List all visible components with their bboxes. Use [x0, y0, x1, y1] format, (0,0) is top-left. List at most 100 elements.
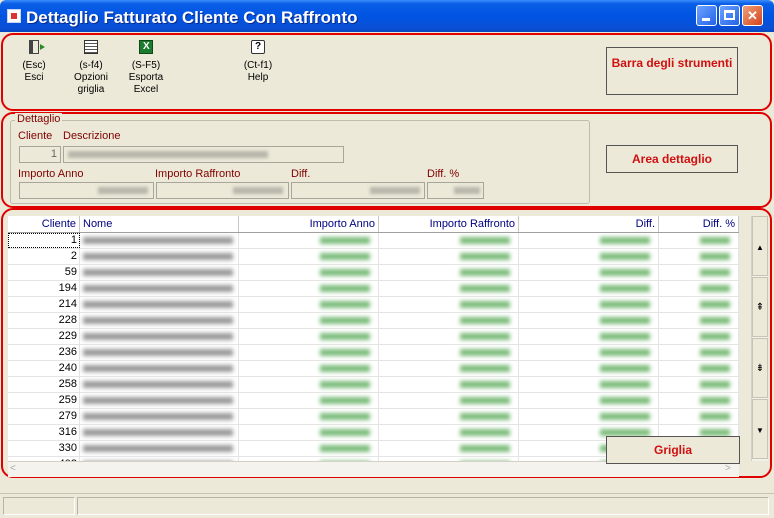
cell-importo-anno[interactable] [239, 425, 379, 440]
close-button[interactable]: ✕ [742, 5, 763, 26]
data-grid[interactable]: Cliente Nome Importo Anno Importo Raffro… [8, 216, 739, 461]
page-up-button[interactable]: ⇞ [752, 277, 768, 337]
column-header-diff[interactable]: Diff. [519, 216, 659, 232]
cell-nome[interactable] [80, 409, 239, 424]
cell-diff[interactable] [519, 345, 659, 360]
cell-nome[interactable] [80, 329, 239, 344]
cell-diff[interactable] [519, 329, 659, 344]
table-row[interactable]: 194 [8, 281, 739, 297]
cell-nome[interactable] [80, 297, 239, 312]
cell-importo-anno[interactable] [239, 249, 379, 264]
cell-importo-anno[interactable] [239, 281, 379, 296]
cell-nome[interactable] [80, 281, 239, 296]
cell-importo-raffronto[interactable] [379, 329, 519, 344]
scroll-left-icon[interactable]: < [10, 463, 16, 474]
cell-importo-raffronto[interactable] [379, 249, 519, 264]
cell-diff-pct[interactable] [659, 393, 739, 408]
cell-nome[interactable] [80, 441, 239, 456]
scroll-down-button[interactable]: ▼ [752, 399, 768, 459]
cell-cliente[interactable]: 279 [8, 409, 80, 424]
cell-diff-pct[interactable] [659, 281, 739, 296]
cell-cliente[interactable]: 236 [8, 345, 80, 360]
diff-pct-field[interactable] [427, 182, 484, 199]
cell-nome[interactable] [80, 313, 239, 328]
cliente-field[interactable]: 1 [19, 146, 61, 163]
descrizione-field[interactable] [63, 146, 344, 163]
cell-cliente[interactable]: 214 [8, 297, 80, 312]
cell-cliente[interactable]: 194 [8, 281, 80, 296]
table-row[interactable]: 2 [8, 249, 739, 265]
cell-cliente[interactable]: 259 [8, 393, 80, 408]
cell-cliente[interactable]: 330 [8, 441, 80, 456]
cell-cliente[interactable]: 1 [8, 233, 80, 248]
cell-cliente[interactable]: 59 [8, 265, 80, 280]
cell-nome[interactable] [80, 345, 239, 360]
export-excel-button[interactable]: (S-F5) Esporta Excel [124, 40, 168, 96]
diff-field[interactable] [291, 182, 425, 199]
cell-importo-raffronto[interactable] [379, 265, 519, 280]
cell-importo-anno[interactable] [239, 409, 379, 424]
cell-diff[interactable] [519, 265, 659, 280]
cell-nome[interactable] [80, 233, 239, 248]
column-header-importo-anno[interactable]: Importo Anno [239, 216, 379, 232]
cell-diff[interactable] [519, 361, 659, 376]
cell-nome[interactable] [80, 377, 239, 392]
column-header-cliente[interactable]: Cliente [8, 216, 80, 232]
column-header-nome[interactable]: Nome [80, 216, 239, 232]
cell-diff-pct[interactable] [659, 361, 739, 376]
maximize-button[interactable] [719, 5, 740, 26]
cell-importo-raffronto[interactable] [379, 297, 519, 312]
minimize-button[interactable] [696, 5, 717, 26]
cell-importo-anno[interactable] [239, 297, 379, 312]
cell-diff-pct[interactable] [659, 313, 739, 328]
cell-importo-anno[interactable] [239, 377, 379, 392]
cell-importo-anno[interactable] [239, 345, 379, 360]
cell-importo-anno[interactable] [239, 233, 379, 248]
cell-nome[interactable] [80, 425, 239, 440]
table-row[interactable]: 259 [8, 393, 739, 409]
cell-importo-raffronto[interactable] [379, 281, 519, 296]
cell-diff-pct[interactable] [659, 249, 739, 264]
cell-diff-pct[interactable] [659, 329, 739, 344]
table-row[interactable]: 1 [8, 233, 739, 249]
cell-diff-pct[interactable] [659, 265, 739, 280]
table-row[interactable]: 279 [8, 409, 739, 425]
grid-options-button[interactable]: (s-f4) Opzioni griglia [68, 40, 114, 96]
importo-anno-field[interactable] [19, 182, 154, 199]
help-button[interactable]: (Ct-f1) Help [238, 40, 278, 84]
title-bar[interactable]: Dettaglio Fatturato Cliente Con Raffront… [0, 0, 774, 32]
cell-importo-raffronto[interactable] [379, 377, 519, 392]
cell-diff[interactable] [519, 377, 659, 392]
cell-importo-anno[interactable] [239, 393, 379, 408]
cell-diff[interactable] [519, 249, 659, 264]
cell-diff-pct[interactable] [659, 297, 739, 312]
cell-cliente[interactable]: 2 [8, 249, 80, 264]
scroll-right-icon[interactable]: > [725, 463, 731, 474]
cell-nome[interactable] [80, 265, 239, 280]
table-row[interactable]: 240 [8, 361, 739, 377]
cell-importo-raffronto[interactable] [379, 233, 519, 248]
cell-cliente[interactable]: 258 [8, 377, 80, 392]
table-row[interactable]: 236 [8, 345, 739, 361]
exit-button[interactable]: (Esc) Esci [16, 40, 52, 84]
cell-cliente[interactable]: 316 [8, 425, 80, 440]
cell-nome[interactable] [80, 361, 239, 376]
cell-diff[interactable] [519, 233, 659, 248]
scroll-up-button[interactable]: ▲ [752, 216, 768, 276]
cell-diff-pct[interactable] [659, 409, 739, 424]
cell-importo-raffronto[interactable] [379, 393, 519, 408]
cell-importo-raffronto[interactable] [379, 361, 519, 376]
cell-importo-anno[interactable] [239, 313, 379, 328]
column-header-importo-raffronto[interactable]: Importo Raffronto [379, 216, 519, 232]
cell-diff[interactable] [519, 313, 659, 328]
cell-diff[interactable] [519, 281, 659, 296]
cell-diff[interactable] [519, 409, 659, 424]
vertical-scrollbar[interactable]: ▲ ⇞ ⇟ ▼ [751, 216, 768, 461]
cell-importo-raffronto[interactable] [379, 441, 519, 456]
cell-nome[interactable] [80, 393, 239, 408]
cell-importo-raffronto[interactable] [379, 409, 519, 424]
cell-importo-anno[interactable] [239, 329, 379, 344]
cell-cliente[interactable]: 229 [8, 329, 80, 344]
table-row[interactable]: 59 [8, 265, 739, 281]
column-header-diff-pct[interactable]: Diff. % [659, 216, 739, 232]
